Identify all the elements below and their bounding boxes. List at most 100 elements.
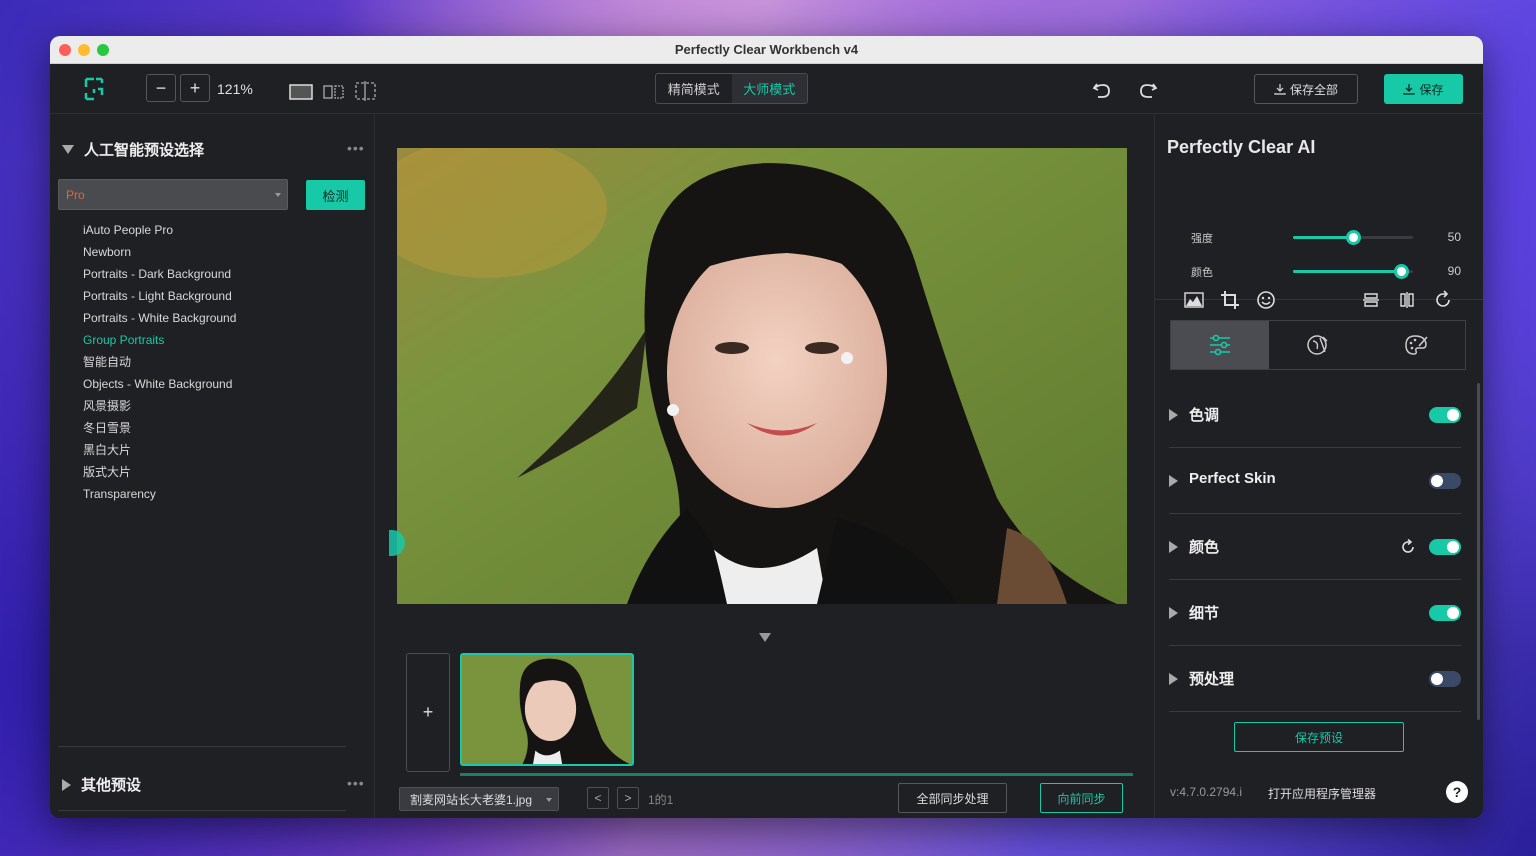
mode-switcher: 精简模式 大师模式 xyxy=(655,73,808,104)
adjustment-toggle[interactable] xyxy=(1429,473,1461,489)
save-preset-button[interactable]: 保存预设 xyxy=(1234,722,1404,752)
color-slider[interactable] xyxy=(1293,264,1413,279)
toggle-knob xyxy=(1447,607,1459,619)
prev-image-button[interactable]: < xyxy=(587,787,609,809)
preset-item[interactable]: Portraits - Light Background xyxy=(83,285,236,307)
save-all-button[interactable]: 保存全部 xyxy=(1254,74,1358,104)
preset-item[interactable]: 智能自动 xyxy=(83,351,236,373)
preset-item[interactable]: 冬日雪景 xyxy=(83,417,236,439)
slider-knob[interactable] xyxy=(1394,264,1409,279)
toggle-knob xyxy=(1431,475,1443,487)
download-icon xyxy=(1274,84,1286,95)
ai-preset-section-header[interactable]: 人工智能预设选择 xyxy=(62,139,204,160)
face-icon[interactable] xyxy=(1255,289,1277,311)
preset-item[interactable]: 风景摄影 xyxy=(83,395,236,417)
preset-item[interactable]: Group Portraits xyxy=(83,329,236,351)
help-button[interactable]: ? xyxy=(1446,781,1468,803)
preset-item[interactable]: Portraits - Dark Background xyxy=(83,263,236,285)
slider-value: 50 xyxy=(1447,230,1461,244)
zoom-level: 121% xyxy=(217,81,253,97)
adjustment-row[interactable]: 细节 xyxy=(1169,580,1461,646)
save-all-label: 保存全部 xyxy=(1289,82,1338,97)
tab-sliders[interactable] xyxy=(1171,321,1269,369)
expand-arrow-icon[interactable] xyxy=(1169,475,1178,487)
adjustment-toggle[interactable] xyxy=(1429,539,1461,555)
adjustment-panel: Perfectly Clear AI 强度 50 颜色 90 色调 Perfec… xyxy=(1154,115,1483,818)
slider-knob[interactable] xyxy=(1346,230,1361,245)
preset-item[interactable]: Portraits - White Background xyxy=(83,307,236,329)
adjustment-row[interactable]: 预处理 xyxy=(1169,646,1461,712)
open-app-manager-link[interactable]: 打开应用程序管理器 xyxy=(1268,785,1376,802)
add-image-button[interactable]: + xyxy=(406,653,450,772)
adjustment-row[interactable]: 颜色 xyxy=(1169,514,1461,580)
expand-arrow-icon[interactable] xyxy=(1169,541,1178,553)
save-button[interactable]: 保存 xyxy=(1384,74,1463,104)
more-options-icon[interactable]: ••• xyxy=(347,775,365,791)
split-view-icon[interactable] xyxy=(322,83,346,101)
preset-item[interactable]: 黑白大片 xyxy=(83,439,236,461)
close-window-button[interactable] xyxy=(59,44,71,56)
effects-icon xyxy=(1307,335,1328,355)
toggle-knob xyxy=(1447,409,1459,421)
more-options-icon[interactable]: ••• xyxy=(347,140,365,156)
next-image-button[interactable]: > xyxy=(617,787,639,809)
save-label: 保存 xyxy=(1419,82,1444,97)
app-logo-icon xyxy=(84,77,104,101)
filmstrip-scrollbar[interactable] xyxy=(460,773,1133,776)
expand-arrow-icon[interactable] xyxy=(1169,409,1178,421)
simple-mode-tab[interactable]: 精简模式 xyxy=(656,74,732,103)
preset-category-select[interactable]: Pro xyxy=(58,179,288,210)
rotate-icon[interactable] xyxy=(1432,289,1454,311)
file-select[interactable]: 割麦网站长大老婆1.jpg xyxy=(399,787,559,811)
detect-button[interactable]: 检测 xyxy=(306,180,365,210)
preset-item[interactable]: Newborn xyxy=(83,241,236,263)
tab-effects[interactable] xyxy=(1269,321,1367,369)
maximize-window-button[interactable] xyxy=(97,44,109,56)
canvas-area: + 割麦网站长大老婆1.jpg < > 1的1 全部同步处理 向前同步 xyxy=(376,115,1153,818)
expand-arrow-icon[interactable] xyxy=(1169,673,1178,685)
toggle-knob xyxy=(1447,541,1459,553)
zoom-in-button[interactable]: + xyxy=(180,74,210,102)
preset-item[interactable]: Transparency xyxy=(83,483,236,505)
other-preset-section-title: 其他预设 xyxy=(81,777,142,794)
image-count: 1的1 xyxy=(648,793,674,807)
preset-item[interactable]: iAuto People Pro xyxy=(83,219,236,241)
adjustment-toggle[interactable] xyxy=(1429,671,1461,687)
filmstrip-thumbnail[interactable] xyxy=(460,653,634,766)
minimize-window-button[interactable] xyxy=(78,44,90,56)
master-mode-tab[interactable]: 大师模式 xyxy=(731,74,807,103)
redo-icon[interactable] xyxy=(1138,80,1158,100)
adjustment-label: 细节 xyxy=(1189,605,1220,622)
adjustment-label: 色调 xyxy=(1189,407,1220,424)
histogram-icon[interactable] xyxy=(1183,289,1205,311)
preset-item[interactable]: Objects - White Background xyxy=(83,373,236,395)
sync-all-button[interactable]: 全部同步处理 xyxy=(898,783,1007,813)
sync-forward-button[interactable]: 向前同步 xyxy=(1040,783,1123,813)
single-view-icon[interactable] xyxy=(289,83,313,101)
expand-arrow-icon[interactable] xyxy=(1169,607,1178,619)
toolbar: − + 121% 精简模式 大师模式 保存全部 保存 xyxy=(50,64,1483,114)
flip-vertical-icon[interactable] xyxy=(1360,289,1382,311)
panel-title: Perfectly Clear AI xyxy=(1167,137,1316,157)
adjustment-row[interactable]: 色调 xyxy=(1169,382,1461,448)
collapse-filmstrip-icon[interactable] xyxy=(759,633,771,642)
title-bar: Perfectly Clear Workbench v4 xyxy=(50,36,1483,64)
flip-horizontal-icon[interactable] xyxy=(1396,289,1418,311)
adjustment-toggle[interactable] xyxy=(1429,605,1461,621)
preset-item[interactable]: 版式大片 xyxy=(83,461,236,483)
panel-scrollbar[interactable] xyxy=(1477,383,1480,720)
slider-fill xyxy=(1293,236,1353,239)
adjustment-toggle[interactable] xyxy=(1429,407,1461,423)
divider xyxy=(58,746,346,747)
preview-image[interactable] xyxy=(397,148,1127,604)
adjustment-row[interactable]: Perfect Skin xyxy=(1169,448,1461,514)
reset-icon[interactable] xyxy=(1399,538,1417,556)
compare-view-icon[interactable] xyxy=(354,80,378,102)
other-preset-section-header[interactable]: 其他预设 xyxy=(62,774,141,795)
undo-icon[interactable] xyxy=(1092,80,1112,100)
zoom-out-button[interactable]: − xyxy=(146,74,176,102)
adjustment-label: 颜色 xyxy=(1189,539,1220,556)
strength-slider[interactable] xyxy=(1293,230,1413,245)
crop-icon[interactable] xyxy=(1219,289,1241,311)
tab-palette[interactable] xyxy=(1367,321,1465,369)
